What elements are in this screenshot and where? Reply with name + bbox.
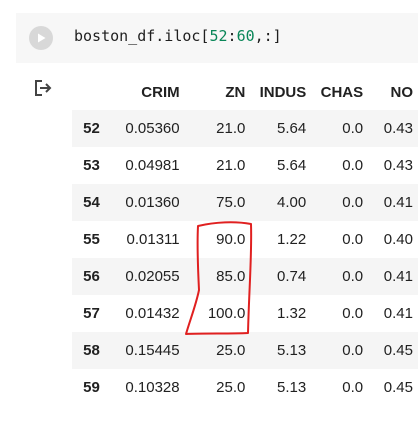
table-row: 52 0.05360 21.0 5.64 0.0 0.43 [72, 110, 418, 147]
cell-indus: 5.64 [277, 157, 307, 174]
cell-nox: 0.45 [383, 379, 413, 396]
cell-crim: 0.02055 [125, 268, 180, 285]
cell-zn: 85.0 [216, 268, 246, 285]
column-header-crim: CRIM [141, 83, 180, 101]
code-end-index: 60 [236, 27, 255, 45]
run-cell-button[interactable] [29, 26, 53, 50]
cell-indus: 0.74 [277, 268, 307, 285]
cell-nox: 0.43 [383, 120, 413, 137]
cell-zn: 21.0 [216, 120, 246, 137]
cell-zn: 90.0 [216, 231, 246, 248]
table-row: 59 0.10328 25.0 5.13 0.0 0.45 [72, 369, 418, 406]
cell-indus: 5.64 [277, 120, 307, 137]
cell-index: 53 [83, 157, 100, 174]
table-row: 55 0.01311 90.0 1.22 0.0 0.40 [72, 221, 418, 258]
cell-crim: 0.10328 [125, 379, 180, 396]
output-dataframe: CRIM ZN INDUS CHAS NO 52 0.05360 21.0 5.64 0… [72, 74, 418, 406]
table-row: 54 0.01360 75.0 4.00 0.0 0.41 [72, 184, 418, 221]
cell-indus: 4.00 [277, 194, 307, 211]
cell-crim: 0.01432 [125, 305, 180, 322]
cell-indus: 5.13 [277, 379, 307, 396]
cell-indus: 5.13 [277, 342, 307, 359]
cell-nox: 0.45 [383, 342, 413, 359]
code-suffix: ,:] [254, 27, 282, 45]
cell-chas: 0.0 [342, 305, 364, 322]
cell-chas: 0.0 [342, 379, 364, 396]
cell-nox: 0.41 [383, 194, 413, 211]
header-row: CRIM ZN INDUS CHAS NO [72, 74, 418, 110]
cell-zn: 21.0 [216, 157, 246, 174]
cell-nox: 0.40 [383, 231, 413, 248]
cell-index: 52 [83, 120, 100, 137]
cell-indus: 1.22 [277, 231, 307, 248]
cell-chas: 0.0 [342, 268, 364, 285]
output-arrow-icon [35, 80, 52, 96]
table-row: 56 0.02055 85.0 0.74 0.0 0.41 [72, 258, 418, 295]
code-text[interactable]: boston_df.iloc[52:60,:] [74, 27, 282, 45]
cell-index: 56 [83, 268, 100, 285]
table-row: 58 0.15445 25.0 5.13 0.0 0.45 [72, 332, 418, 369]
cell-nox: 0.41 [383, 305, 413, 322]
column-header-zn: ZN [225, 83, 246, 101]
code-colon: : [227, 27, 237, 45]
cell-chas: 0.0 [342, 194, 364, 211]
column-header-indus: INDUS [259, 83, 307, 101]
cell-zn: 25.0 [216, 342, 246, 359]
code-prefix: boston_df.iloc[ [74, 27, 210, 45]
cell-crim: 0.01311 [126, 231, 180, 248]
cell-nox: 0.41 [383, 268, 413, 285]
code-start-index: 52 [209, 27, 228, 45]
cell-index: 54 [83, 194, 100, 211]
cell-nox: 0.43 [383, 157, 413, 174]
play-icon [38, 33, 46, 43]
cell-crim: 0.15445 [125, 342, 180, 359]
cell-crim: 0.05360 [125, 120, 180, 137]
column-header-nox: NO [390, 83, 414, 101]
cell-zn: 100.0 [207, 305, 246, 322]
cell-zn: 25.0 [216, 379, 246, 396]
cell-index: 57 [83, 305, 100, 322]
cell-zn: 75.0 [216, 194, 246, 211]
column-header-index [72, 74, 105, 110]
cell-chas: 0.0 [342, 120, 364, 137]
table-row: 57 0.01432 100.0 1.32 0.0 0.41 [72, 295, 418, 332]
cell-chas: 0.0 [342, 231, 364, 248]
cell-chas: 0.0 [342, 157, 364, 174]
code-cell[interactable]: boston_df.iloc[52:60,:] [16, 13, 418, 63]
cell-indus: 1.32 [277, 305, 307, 322]
cell-index: 59 [83, 379, 100, 396]
cell-index: 55 [83, 231, 100, 248]
table-row: 53 0.04981 21.0 5.64 0.0 0.43 [72, 147, 418, 184]
cell-crim: 0.01360 [125, 194, 180, 211]
column-header-chas: CHAS [320, 83, 364, 101]
cell-index: 58 [83, 342, 100, 359]
cell-crim: 0.04981 [125, 157, 180, 174]
cell-chas: 0.0 [342, 342, 364, 359]
